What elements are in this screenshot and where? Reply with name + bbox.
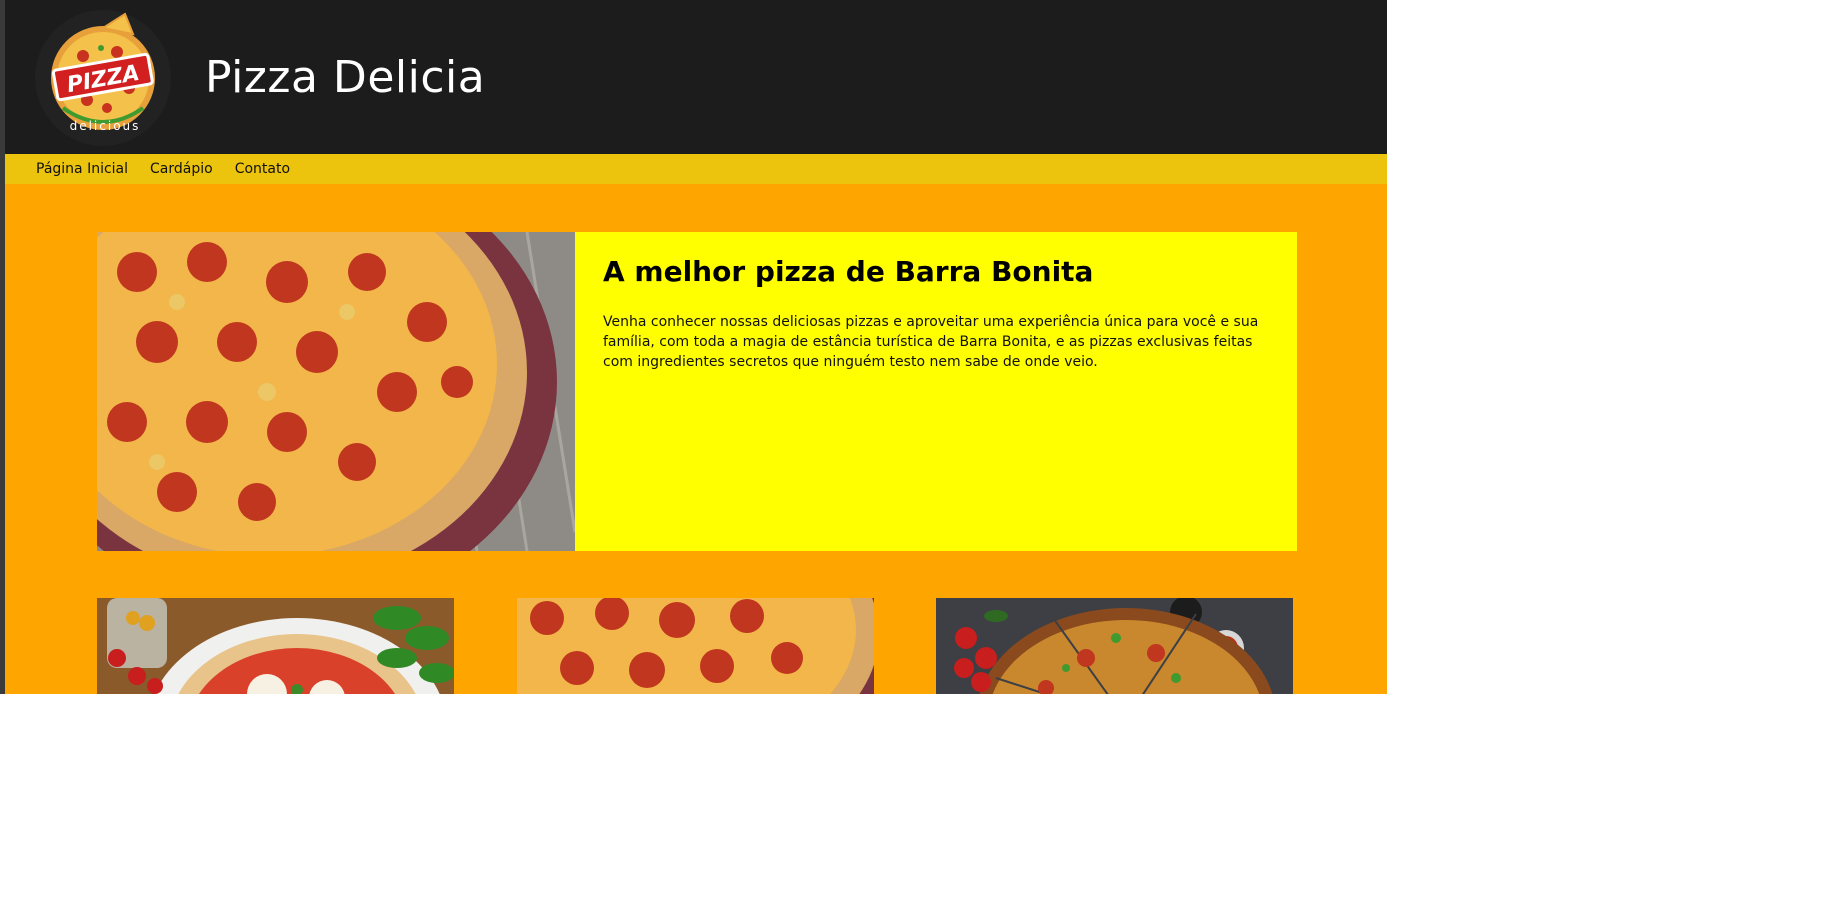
pepperoni-pizza-image <box>17 152 577 612</box>
nav-link-contact[interactable]: Contato <box>235 161 290 177</box>
hero-text-panel: A melhor pizza de Barra Bonita Venha con… <box>575 232 1297 551</box>
hero-section: A melhor pizza de Barra Bonita Venha con… <box>17 152 1297 612</box>
main-nav: Página Inicial Cardápio Contato <box>5 154 1387 184</box>
margherita-pizza-image[interactable] <box>97 598 454 694</box>
pepperoni-pizza-thumbnail[interactable] <box>517 598 874 694</box>
hero-title: A melhor pizza de Barra Bonita <box>603 255 1094 288</box>
hero-description: Venha conhecer nossas deliciosas pizzas … <box>603 314 1259 370</box>
site-header: PIZZA delicious Pizza Delicia <box>5 0 1387 154</box>
page: PIZZA delicious Pizza Delicia Página Ini… <box>5 0 1387 694</box>
nav-link-home[interactable]: Página Inicial <box>36 161 128 177</box>
pizza-logo-icon[interactable]: PIZZA delicious <box>33 8 173 148</box>
nav-link-menu[interactable]: Cardápio <box>150 161 213 177</box>
supreme-pizza-image[interactable] <box>936 598 1293 694</box>
logo-text-bottom: delicious <box>70 119 141 133</box>
browser-viewport: PIZZA delicious Pizza Delicia Página Ini… <box>0 0 1387 694</box>
site-title: Pizza Delicia <box>205 52 486 103</box>
